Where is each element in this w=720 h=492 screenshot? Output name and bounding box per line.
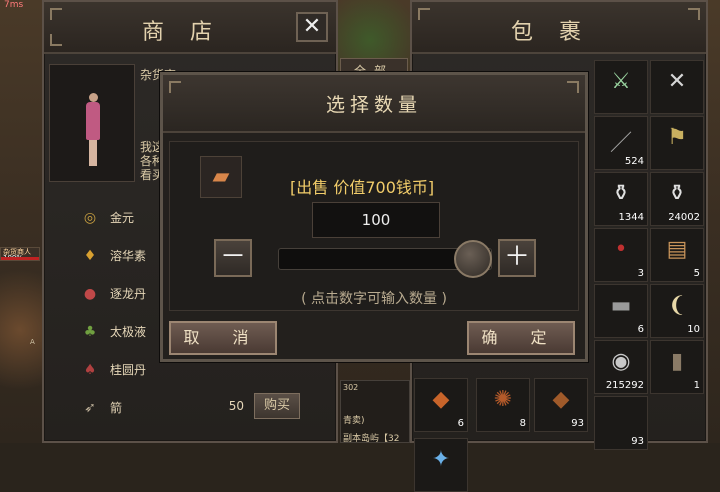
- bag-slot[interactable]: ◉ 215292: [594, 340, 648, 394]
- cancel-button[interactable]: 取 消: [169, 321, 277, 355]
- npc-figure: [84, 93, 102, 167]
- bag-item-icon: ❨: [667, 293, 687, 318]
- bag-item-icon: ✕: [667, 69, 687, 94]
- bag-slot[interactable]: ✦: [414, 438, 468, 492]
- bag-item-icon: ⚱: [611, 181, 631, 206]
- bag-slot[interactable]: ⚱ 1344: [594, 172, 648, 226]
- bag-item-count: 93: [571, 418, 584, 429]
- shop-item-name: 金元: [110, 211, 135, 225]
- hp-fill: [1, 257, 39, 260]
- bag-item-icon: ⚔: [611, 69, 631, 94]
- bag-item-icon: ⚱: [667, 181, 687, 206]
- bag-item-icon: ▬: [610, 293, 632, 318]
- coin-icon: ◎: [83, 210, 97, 226]
- shop-header: 商店 ✕: [44, 2, 336, 54]
- bag-slot[interactable]: ／ 524: [594, 116, 648, 170]
- bag-item-count: 93: [631, 436, 644, 447]
- potion-bottle-icon: ♦: [83, 248, 97, 264]
- chat-line: 302: [343, 383, 359, 392]
- bag-slot[interactable]: ▮ 1: [650, 340, 704, 394]
- quantity-input[interactable]: 100: [312, 202, 440, 238]
- shop-title: 商店: [141, 20, 238, 45]
- bag-header: 包裹: [412, 2, 706, 54]
- bag-item-count: 8: [519, 418, 526, 429]
- compass-a: A: [30, 338, 35, 346]
- bag-slot[interactable]: ✺ 8: [476, 378, 530, 432]
- longan-pill-icon: ♠: [83, 362, 97, 378]
- npc-portrait: [49, 64, 135, 182]
- bag-item-icon: ◆: [432, 387, 450, 412]
- bag-slot[interactable]: ❨ 10: [650, 284, 704, 338]
- input-hint: ( 点击数字可输入数量 ): [301, 291, 447, 307]
- bag-item-icon: ◉: [611, 349, 631, 374]
- bag-item-icon: ✦: [431, 447, 451, 472]
- bag-slot[interactable]: • 3: [594, 228, 648, 282]
- shop-item-name: 箭: [110, 401, 123, 415]
- close-shop-button[interactable]: ✕: [296, 12, 328, 42]
- buy-button[interactable]: 购买: [254, 393, 300, 419]
- player-hp-bar: 杂货商人 100%: [0, 247, 40, 262]
- bag-item-icon: ⚑: [667, 125, 687, 150]
- chat-log: 302 青卖) 副本岛屿【32: [340, 380, 410, 444]
- fps-readout: 7ms: [4, 0, 24, 10]
- bag-item-count: 24002: [668, 212, 700, 223]
- bag-slot[interactable]: ⚱ 24002: [650, 172, 704, 226]
- bag-item-icon: ◆: [552, 387, 570, 412]
- bag-item-count: 1344: [618, 212, 644, 223]
- bag-slot[interactable]: ▬ 6: [594, 284, 648, 338]
- bag-slot[interactable]: ⚑: [650, 116, 704, 170]
- chat-line: 副本岛屿【32: [343, 434, 400, 444]
- bag-slot[interactable]: ⚔: [594, 60, 648, 114]
- increase-quantity-button[interactable]: ＋: [498, 239, 536, 277]
- bag-item-count: 3: [637, 268, 644, 279]
- bag-item-icon: ／: [609, 131, 632, 156]
- dialog-header: 选择数量: [163, 75, 585, 133]
- bag-item-count: 6: [457, 418, 464, 429]
- bag-item-count: 10: [687, 324, 700, 335]
- shop-item-name: 逐龙丹: [110, 287, 147, 301]
- bag-item-icon: •: [614, 237, 628, 262]
- bag-item-icon: ▮: [670, 349, 684, 374]
- shop-item-name: 太极液: [110, 325, 147, 339]
- bag-item-count: 5: [693, 268, 700, 279]
- bag-item-count: 1: [693, 380, 700, 391]
- bag-slot[interactable]: ▤ 5: [650, 228, 704, 282]
- dialog-title: 选择数量: [325, 94, 422, 116]
- bag-slot[interactable]: 93: [594, 396, 648, 450]
- shop-item-row[interactable]: ➶ 箭 50 购买: [74, 389, 330, 427]
- quantity-slider-knob[interactable]: [454, 240, 492, 278]
- taiji-liquid-icon: ♣: [83, 324, 97, 340]
- shop-item-price: 50: [228, 399, 244, 413]
- sell-value-text: [出售 价值700钱币]: [290, 178, 435, 197]
- bag-title: 包裹: [510, 20, 607, 45]
- bag-slot[interactable]: ◆ 93: [534, 378, 588, 432]
- dragon-pill-icon: ●: [83, 286, 97, 302]
- arrow-icon: ➶: [84, 400, 96, 416]
- bag-slot[interactable]: ◆ 6: [414, 378, 468, 432]
- bag-item-count: 524: [624, 156, 644, 167]
- shop-item-name: 桂圆丹: [110, 363, 147, 377]
- select-quantity-dialog: 选择数量 ▰ [出售 价值700钱币] 100 － ＋ ( 点击数字可输入数量 …: [160, 72, 588, 362]
- bag-slot[interactable]: ✕: [650, 60, 704, 114]
- bag-item-icon: ▤: [666, 237, 688, 262]
- decrease-quantity-button[interactable]: －: [214, 239, 252, 277]
- shop-item-name: 溶华素: [110, 249, 147, 263]
- bag-item-count: 215292: [605, 380, 644, 391]
- dialog-body: ▰ [出售 价值700钱币] 100 － ＋ ( 点击数字可输入数量 ): [169, 141, 579, 311]
- cloth-bundle-icon: ▰: [200, 156, 242, 198]
- chat-line: 青卖): [343, 416, 365, 426]
- bag-item-icon: ✺: [493, 387, 513, 412]
- bag-item-count: 6: [637, 324, 644, 335]
- confirm-button[interactable]: 确 定: [467, 321, 575, 355]
